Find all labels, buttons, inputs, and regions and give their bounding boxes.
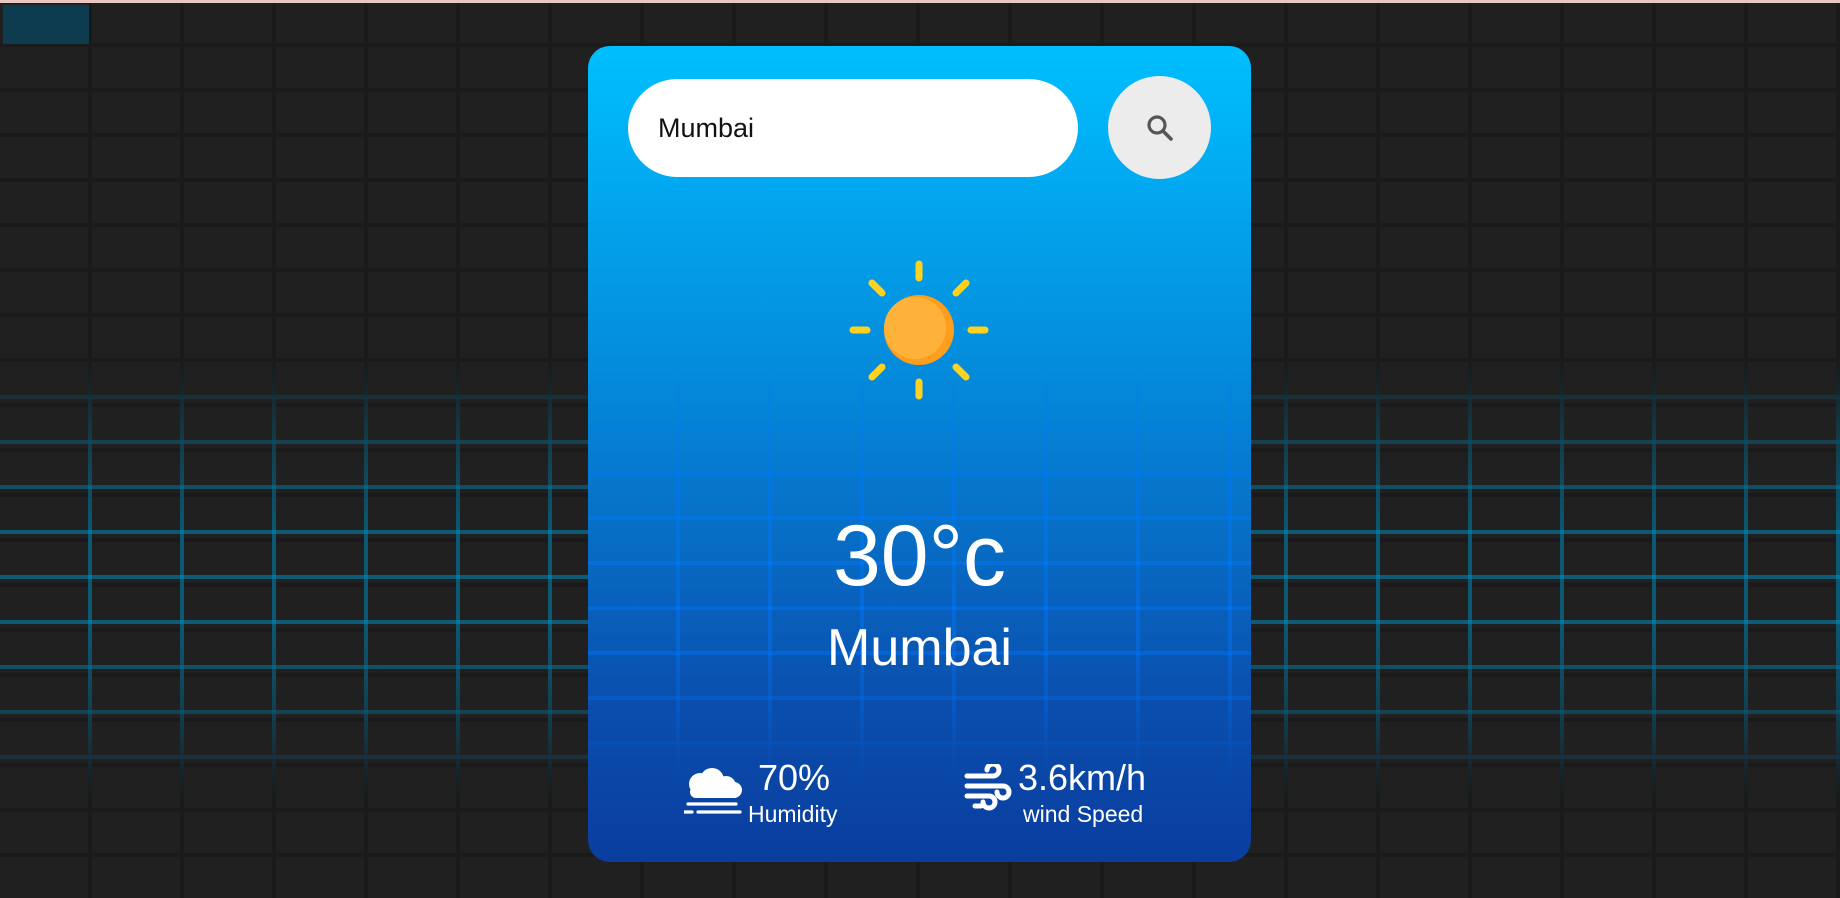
weather-card: 30°c Mumbai <box>588 46 1251 862</box>
top-strip <box>0 0 1840 3</box>
city-name: Mumbai <box>827 619 1012 677</box>
sun-icon <box>847 258 991 402</box>
search-input[interactable] <box>628 79 1078 177</box>
humidity-value: 70% <box>758 757 831 798</box>
search-button[interactable] <box>1108 76 1211 179</box>
humidity-label: Humidity <box>748 801 838 827</box>
humidity-stat: 70% Humidity <box>682 757 884 838</box>
humidity-cloud-icon <box>682 766 746 821</box>
corner-element <box>3 5 89 44</box>
wind-speed-label: wind Speed <box>1023 801 1144 827</box>
wind-stat: 3.6km/h wind Speed <box>963 758 1193 838</box>
search-icon <box>1145 113 1175 143</box>
wind-icon <box>963 761 1013 819</box>
temperature: 30°c <box>832 508 1007 604</box>
wind-speed-value: 3.6km/h <box>1018 757 1147 798</box>
page: 30°c Mumbai <box>0 0 1840 898</box>
